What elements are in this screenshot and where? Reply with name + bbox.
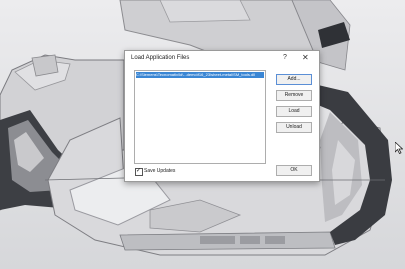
close-button[interactable]: ✕ (302, 53, 309, 62)
mouse-cursor-icon (395, 142, 403, 154)
help-button[interactable]: ? (283, 54, 287, 61)
add-button[interactable]: Add... (276, 74, 312, 85)
list-item[interactable]: C:\Siemens\Tecnomatix\ld\...demo\f16_23\… (136, 72, 264, 78)
checkmark-icon: ✓ (136, 168, 142, 174)
ok-button[interactable]: OK (276, 165, 312, 176)
load-button[interactable]: Load (276, 106, 312, 117)
dialog-title: Load Application Files (131, 55, 190, 61)
dialog-titlebar[interactable]: Load Application Files ? ✕ (125, 51, 319, 67)
save-updates-label: Save Updates (144, 168, 176, 174)
save-updates-checkbox[interactable]: ✓ (135, 168, 143, 176)
remove-button[interactable]: Remove (276, 90, 312, 101)
load-application-files-dialog: Load Application Files ? ✕ C:\Siemens\Te… (124, 50, 320, 182)
application-files-list[interactable]: C:\Siemens\Tecnomatix\ld\...demo\f16_23\… (134, 70, 266, 164)
unload-button[interactable]: Unload (276, 122, 312, 133)
